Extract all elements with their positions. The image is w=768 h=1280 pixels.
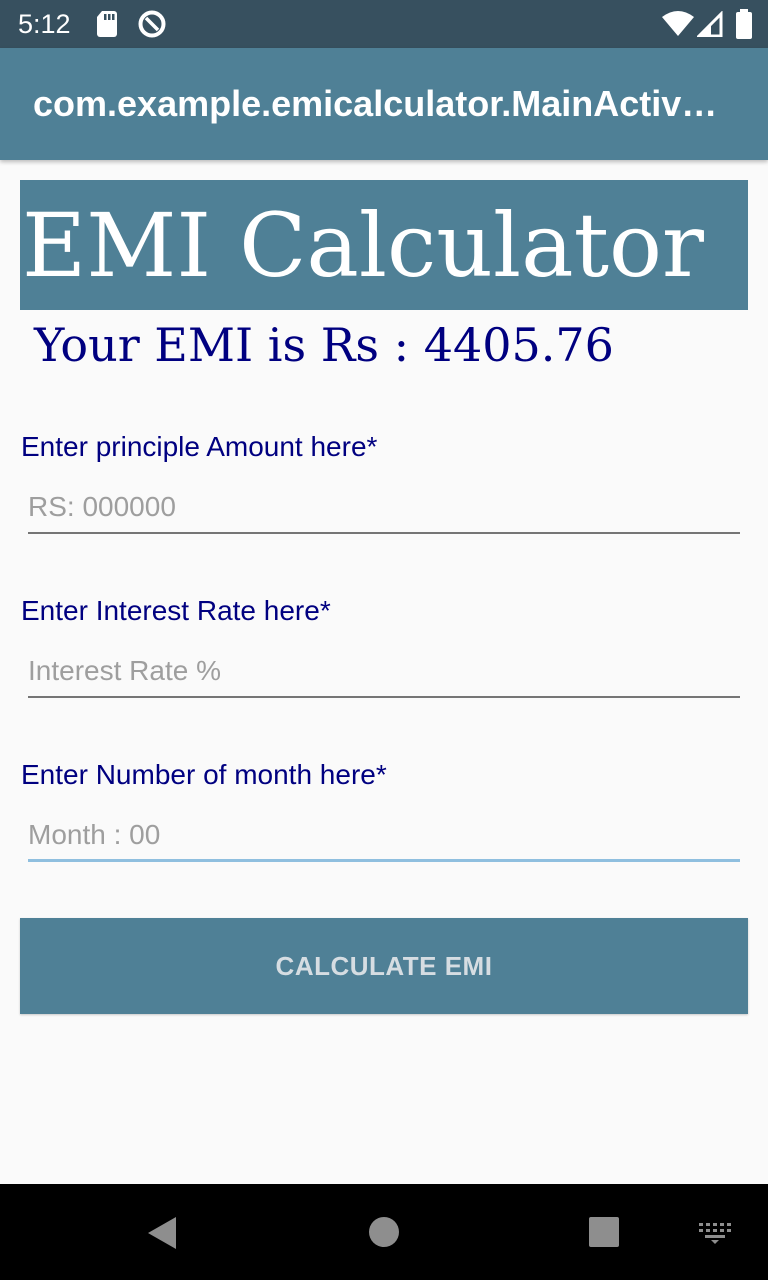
- header-banner: EMI Calculator: [20, 180, 748, 310]
- principal-label: Enter principle Amount here*: [21, 431, 378, 462]
- months-label: Enter Number of month here*: [21, 759, 387, 790]
- home-icon[interactable]: [368, 1216, 400, 1248]
- principal-input[interactable]: [28, 482, 740, 534]
- page-title: EMI Calculator: [22, 194, 704, 297]
- signal-icon: [697, 11, 723, 37]
- recents-icon[interactable]: [589, 1217, 619, 1247]
- months-input[interactable]: [28, 810, 740, 862]
- navigation-bar: [0, 1184, 768, 1280]
- app-bar: com.example.emicalculator.MainActivity: [0, 48, 768, 160]
- status-bar: 5:12: [0, 0, 768, 48]
- wifi-icon: [662, 11, 694, 36]
- back-icon[interactable]: [146, 1216, 178, 1250]
- sd-card-icon: [97, 11, 117, 37]
- battery-icon: [736, 9, 752, 39]
- interest-label: Enter Interest Rate here*: [21, 595, 331, 626]
- keyboard-icon[interactable]: [698, 1222, 732, 1244]
- status-time: 5:12: [18, 9, 71, 39]
- app-title: com.example.emicalculator.MainActivity: [33, 83, 723, 124]
- data-saver-icon: [138, 10, 166, 38]
- interest-rate-input[interactable]: [28, 646, 740, 698]
- emi-result: Your EMI is Rs : 4405.76: [34, 318, 614, 372]
- calculate-emi-button[interactable]: CALCULATE EMI: [20, 918, 748, 1014]
